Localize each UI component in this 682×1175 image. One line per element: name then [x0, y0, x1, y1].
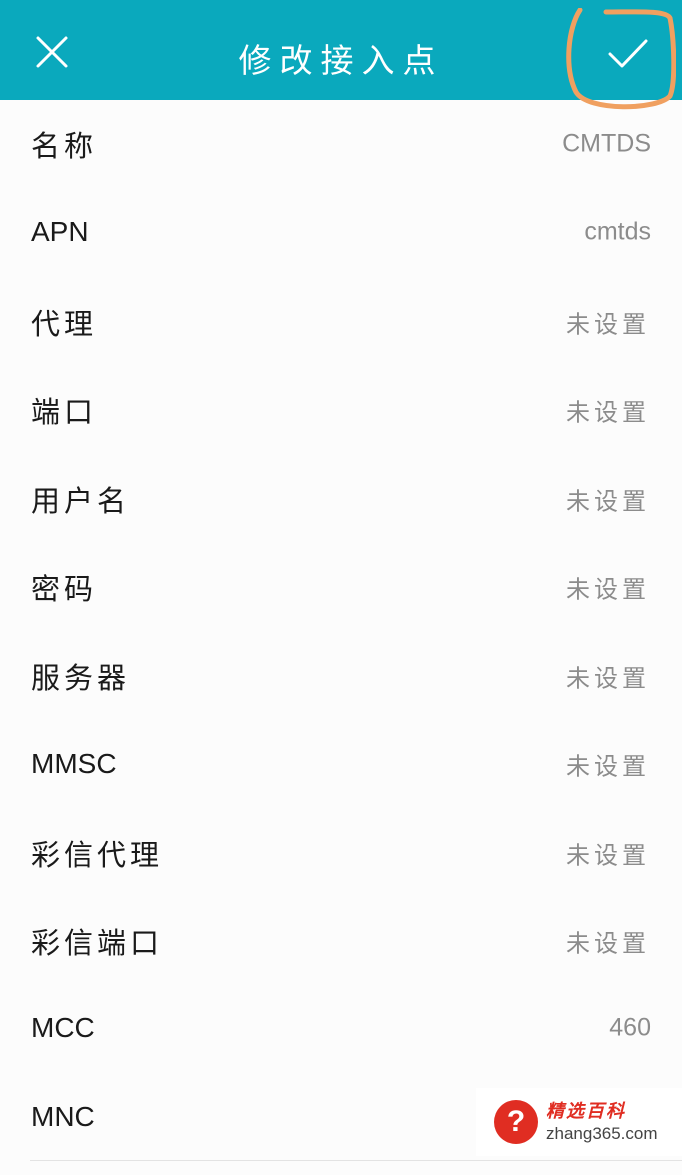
field-value: cmtds [584, 217, 651, 246]
field-label: 用户名 [31, 484, 131, 518]
field-row[interactable]: MMSC 未设置 [0, 720, 682, 808]
field-label: 彩信端口 [31, 926, 164, 960]
field-label: 名称 [31, 129, 98, 163]
field-label: 彩信代理 [31, 838, 164, 872]
field-label: APN [31, 216, 89, 247]
field-row[interactable]: MCC 460 [0, 984, 682, 1072]
field-value: 460 [609, 1013, 651, 1042]
field-label: 服务器 [31, 661, 131, 695]
field-label: 密码 [31, 572, 98, 606]
field-row[interactable]: 名称 CMTDS [0, 100, 682, 188]
field-value: CMTDS [562, 129, 651, 158]
field-value: 未设置 [566, 310, 650, 339]
question-mark-icon: ? [494, 1100, 538, 1144]
field-value: 未设置 [566, 752, 650, 781]
site-watermark: ? 精选百科 zhang365.com [476, 1088, 682, 1156]
field-label: MMSC [31, 748, 117, 779]
field-value: 未设置 [566, 664, 650, 693]
app-header: 修改接入点 [0, 0, 682, 100]
field-row[interactable]: 端口 未设置 [0, 366, 682, 454]
field-row[interactable]: 密码 未设置 [0, 543, 682, 631]
watermark-title: 精选百科 [546, 1100, 626, 1122]
field-label: MCC [31, 1012, 95, 1043]
field-row[interactable]: 彩信端口 未设置 [0, 897, 682, 985]
page-title: 修改接入点 [238, 41, 444, 80]
field-value: 未设置 [566, 841, 650, 870]
field-row[interactable]: 代理 未设置 [0, 278, 682, 366]
field-value: 未设置 [566, 929, 650, 958]
watermark-text: 精选百科 zhang365.com [546, 1100, 658, 1143]
watermark-url: zhang365.com [546, 1123, 658, 1143]
field-row[interactable]: 彩信代理 未设置 [0, 809, 682, 897]
field-value: 未设置 [566, 398, 650, 427]
field-label: 代理 [31, 307, 98, 341]
confirm-button[interactable] [602, 32, 654, 76]
field-row[interactable]: APN cmtds [0, 188, 682, 276]
field-label: 端口 [31, 395, 98, 429]
check-icon [608, 39, 648, 68]
field-label: MNC [31, 1101, 95, 1132]
field-row[interactable]: 服务器 未设置 [0, 632, 682, 720]
edit-apn-screen: 修改接入点 名称 CMTDS APN cmtds 代理 未设置 端口 未设置 用户名 未设置 密码未… [0, 0, 682, 1175]
field-value: 未设置 [566, 575, 650, 604]
list-divider [30, 1160, 682, 1161]
field-row[interactable]: 用户名 未设置 [0, 455, 682, 543]
field-value: 未设置 [566, 487, 650, 516]
